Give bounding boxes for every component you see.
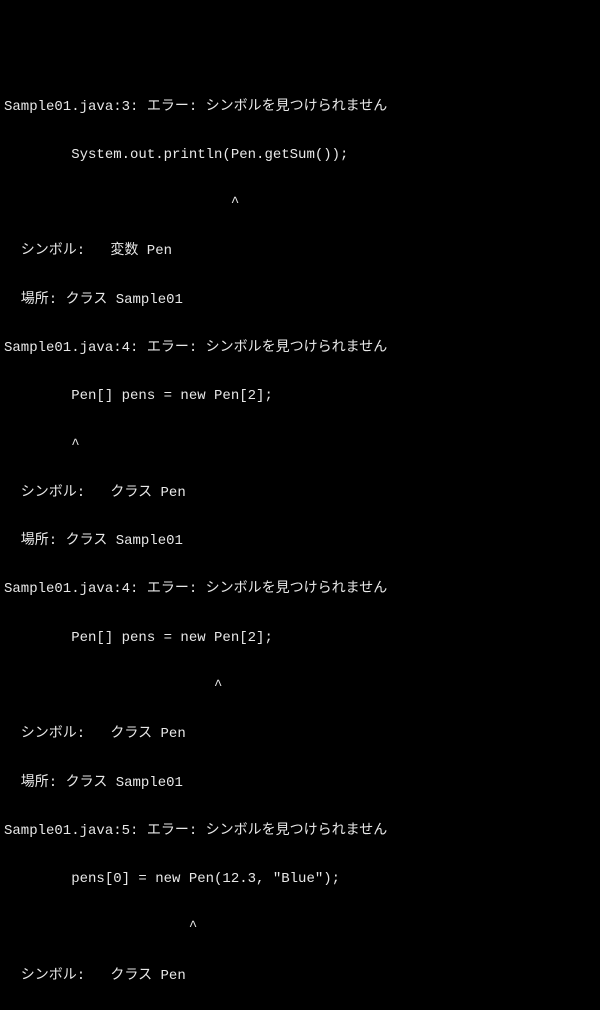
- terminal-line: pens[0] = new Pen(12.3, "Blue");: [4, 871, 596, 887]
- terminal-line: ^: [4, 678, 596, 694]
- terminal-line: Pen[] pens = new Pen[2];: [4, 630, 596, 646]
- terminal-line: ^: [4, 437, 596, 453]
- terminal-line: シンボル: クラス Pen: [4, 726, 596, 742]
- terminal-line: Sample01.java:3: エラー: シンボルを見つけられません: [4, 99, 596, 115]
- terminal-line: シンボル: クラス Pen: [4, 485, 596, 501]
- terminal-line: Pen[] pens = new Pen[2];: [4, 388, 596, 404]
- terminal-output: Sample01.java:3: エラー: シンボルを見つけられません Syst…: [4, 66, 596, 1010]
- terminal-line: 場所: クラス Sample01: [4, 292, 596, 308]
- terminal-line: ^: [4, 919, 596, 935]
- terminal-line: 場所: クラス Sample01: [4, 533, 596, 549]
- terminal-line: シンボル: 変数 Pen: [4, 243, 596, 259]
- terminal-line: System.out.println(Pen.getSum());: [4, 147, 596, 163]
- terminal-line: Sample01.java:4: エラー: シンボルを見つけられません: [4, 340, 596, 356]
- terminal-line: Sample01.java:4: エラー: シンボルを見つけられません: [4, 581, 596, 597]
- terminal-line: シンボル: クラス Pen: [4, 968, 596, 984]
- terminal-line: Sample01.java:5: エラー: シンボルを見つけられません: [4, 823, 596, 839]
- terminal-line: ^: [4, 195, 596, 211]
- terminal-line: 場所: クラス Sample01: [4, 775, 596, 791]
